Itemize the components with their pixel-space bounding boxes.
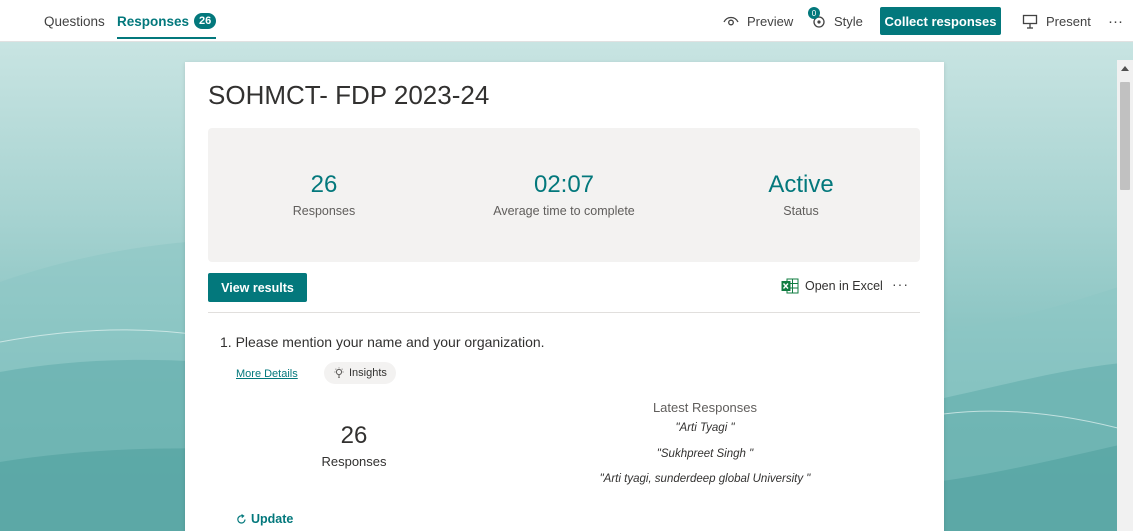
- vertical-scrollbar[interactable]: [1117, 60, 1133, 531]
- question-responses-count: 26: [340, 422, 368, 449]
- scroll-thumb[interactable]: [1120, 82, 1130, 190]
- stat-average-time-value: 02:07: [533, 171, 595, 198]
- tab-questions[interactable]: Questions: [44, 0, 105, 42]
- latest-response-item: "Arti tyagi, sunderdeep global Universit…: [599, 473, 811, 485]
- top-bar: Questions Responses 26 Preview 0 Style C…: [0, 0, 1133, 42]
- present-label: Present: [1046, 13, 1091, 29]
- form-title: SOHMCT- FDP 2023-24: [208, 80, 490, 110]
- stat-average-time: 02:07 Average time to complete: [454, 170, 674, 218]
- present-icon: [1022, 14, 1038, 29]
- divider: [208, 312, 920, 313]
- tab-responses-label: Responses: [117, 13, 190, 29]
- more-options-button[interactable]: ···: [1108, 0, 1123, 42]
- tab-questions-label: Questions: [44, 13, 105, 29]
- open-in-excel-button[interactable]: Open in Excel: [781, 278, 883, 294]
- open-in-excel-label: Open in Excel: [805, 279, 883, 293]
- insights-label: Insights: [349, 367, 387, 379]
- stat-responses: 26 Responses: [214, 170, 434, 218]
- more-details-link[interactable]: More Details: [236, 368, 298, 380]
- style-button[interactable]: 0 Style: [808, 0, 863, 42]
- stat-responses-value: 26: [310, 171, 338, 198]
- stat-average-time-label: Average time to complete: [493, 204, 635, 218]
- stat-responses-label: Responses: [292, 204, 356, 218]
- results-more-button[interactable]: ···: [892, 276, 909, 292]
- insights-button[interactable]: Insights: [324, 362, 396, 384]
- tab-responses[interactable]: Responses 26: [117, 0, 217, 42]
- excel-icon: [781, 278, 799, 294]
- present-button[interactable]: Present: [1022, 0, 1091, 42]
- preview-label: Preview: [747, 13, 794, 29]
- latest-response-item: "Sukhpreet Singh ": [656, 448, 754, 460]
- style-badge: 0: [808, 7, 820, 19]
- scroll-up-arrow-icon[interactable]: [1121, 66, 1129, 71]
- style-label: Style: [834, 13, 863, 29]
- update-button[interactable]: Update: [236, 512, 293, 526]
- latest-response-item: "Arti Tyagi ": [675, 422, 735, 434]
- preview-button[interactable]: Preview: [723, 0, 793, 42]
- content-canvas: SOHMCT- FDP 2023-24 26 Responses 02:07 A…: [0, 42, 1133, 531]
- stat-status-label: Status: [783, 204, 819, 218]
- refresh-icon: [237, 513, 246, 524]
- collect-responses-button[interactable]: Collect responses: [880, 7, 1001, 35]
- style-icon: 0: [808, 7, 828, 29]
- lightbulb-icon: [334, 367, 344, 378]
- stat-status: Active Status: [691, 170, 911, 218]
- question-responses-label: Responses: [321, 454, 387, 469]
- stat-status-value: Active: [768, 171, 834, 198]
- preview-icon: [723, 16, 739, 26]
- view-results-button[interactable]: View results: [208, 273, 307, 302]
- question-title: 1. Please mention your name and your org…: [220, 334, 545, 350]
- update-label: Update: [251, 512, 294, 526]
- summary-stats-panel: 26 Responses 02:07 Average time to compl…: [208, 128, 920, 262]
- responses-count-badge: 26: [194, 13, 217, 29]
- responses-card: SOHMCT- FDP 2023-24 26 Responses 02:07 A…: [185, 62, 944, 531]
- latest-responses-title: Latest Responses: [652, 400, 758, 415]
